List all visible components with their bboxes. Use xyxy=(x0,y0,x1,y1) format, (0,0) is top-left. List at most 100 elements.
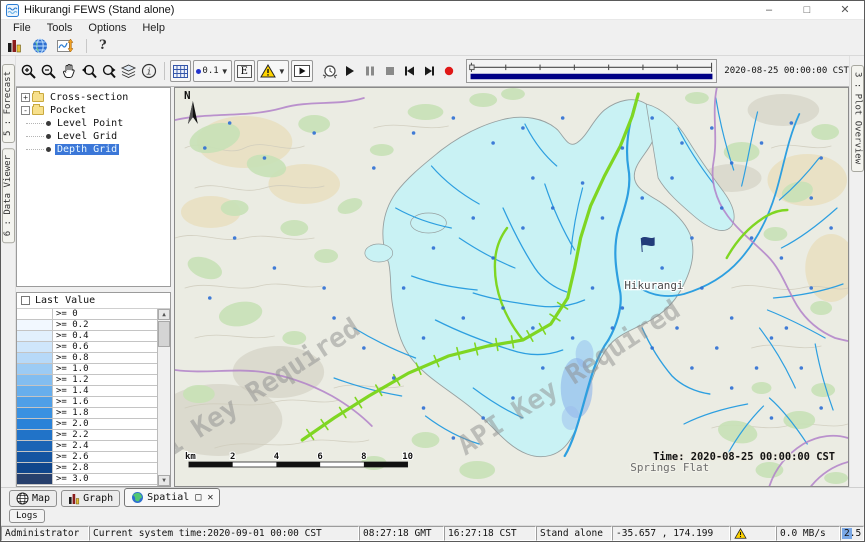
legend-row: >= 1.6 xyxy=(17,397,157,408)
animation-button[interactable] xyxy=(291,60,313,82)
legend-swatch xyxy=(17,397,53,407)
menu-bar: FileToolsOptionsHelp xyxy=(1,20,864,36)
tab-forecast[interactable]: 5 : Forecast xyxy=(2,64,15,143)
status-memory: 2.5 GB xyxy=(840,526,864,541)
step-forward-button[interactable] xyxy=(420,60,438,82)
chevron-down-icon: ▼ xyxy=(221,67,229,76)
status-warning-cell[interactable] xyxy=(730,526,776,541)
svg-text:4: 4 xyxy=(274,452,279,462)
layers-button[interactable] xyxy=(120,60,138,82)
tree-connector xyxy=(26,123,44,124)
zoom-next-button[interactable] xyxy=(100,60,118,82)
legend-scrollbar[interactable]: ▲ ▼ xyxy=(158,309,170,486)
last-value-checkbox[interactable] xyxy=(21,296,30,305)
legend-row: >= 2.0 xyxy=(17,419,157,430)
legend-row: >= 0.8 xyxy=(17,353,157,364)
tree-expander-icon[interactable]: - xyxy=(21,106,30,115)
dot-size-dropdown[interactable]: 0.1 ▼ xyxy=(193,60,231,82)
play-button[interactable] xyxy=(341,60,359,82)
zoom-out-button[interactable] xyxy=(40,60,58,82)
status-system-time: Current system time:2020-09-01 00:00 CST xyxy=(89,526,359,541)
legend-row: >= 0.6 xyxy=(17,342,157,353)
legend-swatch xyxy=(17,386,53,396)
warning-icon xyxy=(260,64,276,78)
info-button[interactable]: i xyxy=(140,60,158,82)
wire-globe-icon xyxy=(16,492,29,505)
tab-data-viewer[interactable]: 6 : Data Viewer xyxy=(2,148,15,243)
explorer-icon[interactable] xyxy=(7,38,23,53)
tree-item-cross-section[interactable]: + Cross-section xyxy=(17,91,170,104)
legend-list: >= 0>= 0.2>= 0.4>= 0.6>= 0.8>= 1.0>= 1.2… xyxy=(17,309,158,486)
label-toggle-button[interactable]: E xyxy=(234,60,255,82)
legend-row: >= 1.0 xyxy=(17,364,157,375)
tree-item-depth-grid[interactable]: Depth Grid xyxy=(17,143,170,156)
tree-item-pocket[interactable]: -Pocket xyxy=(17,104,170,117)
tab-graph[interactable]: Graph xyxy=(61,490,120,507)
scroll-up-icon[interactable]: ▲ xyxy=(158,309,170,320)
spatial-display-icon[interactable] xyxy=(32,38,48,54)
status-bar: Administrator Current system time:2020-0… xyxy=(1,525,864,541)
grid-display-button[interactable] xyxy=(170,60,191,82)
zoom-in-button[interactable] xyxy=(20,60,38,82)
legend-swatch xyxy=(17,320,53,330)
maximize-button[interactable]: □ xyxy=(788,1,826,19)
pan-button[interactable] xyxy=(60,60,78,82)
step-back-button[interactable] xyxy=(401,60,419,82)
status-coordinates: -35.657 , 174.199 xyxy=(612,526,730,541)
tab-close-icon[interactable]: ✕ xyxy=(207,492,213,503)
legend-swatch xyxy=(17,419,53,429)
title-bar[interactable]: Hikurangi FEWS (Stand alone) – □ ✕ xyxy=(1,1,864,20)
zoom-previous-button[interactable] xyxy=(80,60,98,82)
logs-button[interactable]: Logs xyxy=(9,509,45,523)
tree-expander-icon[interactable]: + xyxy=(21,93,30,102)
timeseries-dialog-icon[interactable] xyxy=(57,38,74,54)
stop-button[interactable] xyxy=(381,60,399,82)
tree-item-level-grid[interactable]: Level Grid xyxy=(17,130,170,143)
map-toolbar: i 0.1 ▼ E ▼ xyxy=(16,56,849,87)
tab-maximize-icon[interactable]: □ xyxy=(195,492,201,503)
legend-row: >= 1.2 xyxy=(17,375,157,386)
legend-swatch xyxy=(17,364,53,374)
tree-item-level-point[interactable]: Level Point xyxy=(17,117,170,130)
legend-row: >= 2.2 xyxy=(17,430,157,441)
legend-title: Last Value xyxy=(35,295,95,306)
globe-icon xyxy=(131,491,144,504)
menu-help[interactable]: Help xyxy=(134,21,173,35)
warning-dropdown[interactable]: ▼ xyxy=(257,60,289,82)
tab-spatial-label: Spatial xyxy=(147,492,189,503)
folder-icon xyxy=(32,106,44,115)
svg-text:N: N xyxy=(184,89,191,102)
record-button[interactable] xyxy=(440,60,458,82)
timeline-slider[interactable] xyxy=(466,59,717,83)
data-viewer-panel: + Cross-section-PocketLevel PointLevel Gr… xyxy=(16,87,171,487)
tree-item-label: Cross-section xyxy=(48,92,130,103)
legend-swatch xyxy=(17,474,53,484)
tab-plot-overview[interactable]: 3 : Plot Overview xyxy=(851,65,864,171)
status-gmt-time: 08:27:18 GMT xyxy=(359,526,444,541)
help-button[interactable]: ? xyxy=(99,38,107,53)
bar-chart-icon xyxy=(68,493,80,505)
menu-options[interactable]: Options xyxy=(80,21,134,35)
menu-tools[interactable]: Tools xyxy=(39,21,81,35)
legend-row: >= 3.0 xyxy=(17,474,157,485)
tree-connector xyxy=(26,136,44,137)
tab-map[interactable]: Map xyxy=(9,490,57,507)
minimize-button[interactable]: – xyxy=(750,1,788,19)
timestep-clock-button[interactable] xyxy=(321,60,339,82)
pause-button[interactable] xyxy=(361,60,379,82)
legend-label: >= 1.8 xyxy=(53,408,89,418)
svg-text:km: km xyxy=(185,452,196,462)
legend-label: >= 0.2 xyxy=(53,320,89,330)
scrollbar-thumb[interactable] xyxy=(158,321,170,347)
map-view[interactable]: API Key Required API Key Required Hikura… xyxy=(174,87,849,487)
legend-swatch xyxy=(17,331,53,341)
scroll-down-icon[interactable]: ▼ xyxy=(158,475,170,486)
bullet-icon xyxy=(46,121,51,126)
close-button[interactable]: ✕ xyxy=(826,1,864,19)
legend-row: >= 1.8 xyxy=(17,408,157,419)
dot-size-value: 0.1 xyxy=(202,66,218,76)
svg-text:8: 8 xyxy=(361,452,366,462)
folder-icon xyxy=(32,93,44,102)
tab-spatial[interactable]: Spatial □ ✕ xyxy=(124,488,220,507)
menu-file[interactable]: File xyxy=(5,21,39,35)
